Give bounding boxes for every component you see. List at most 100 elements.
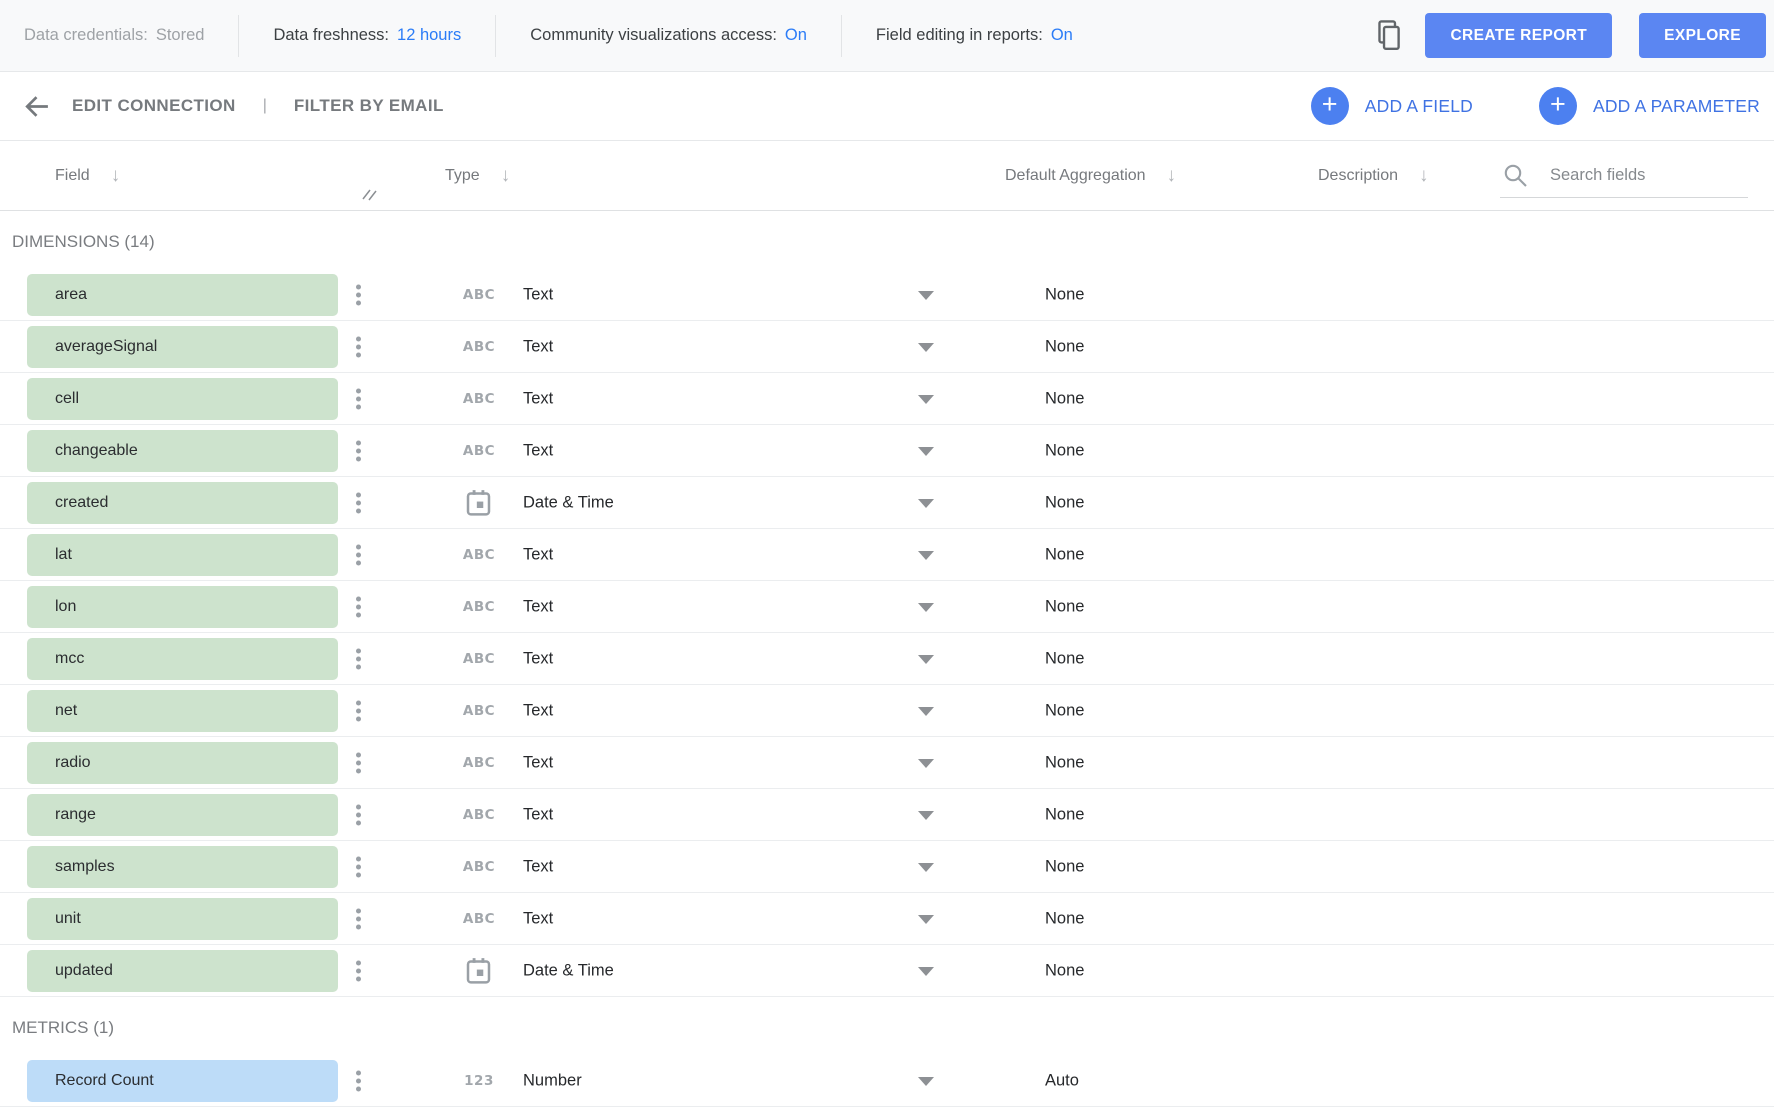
column-resize-handle[interactable] <box>362 187 377 201</box>
datasource-fields-page: Data credentials: Stored Data freshness:… <box>0 0 1774 1114</box>
filter-by-email-button[interactable]: FILTER BY EMAIL <box>294 96 444 116</box>
field-name-chip[interactable]: averageSignal <box>27 326 338 368</box>
dropdown-arrow-icon[interactable] <box>918 655 934 664</box>
aggregation-value[interactable]: None <box>1045 701 1084 720</box>
dropdown-arrow-icon[interactable] <box>918 291 934 300</box>
more-options-icon[interactable] <box>349 540 367 569</box>
more-options-icon[interactable] <box>349 696 367 725</box>
status-label: Community visualizations access: <box>530 26 777 45</box>
more-options-icon[interactable] <box>349 488 367 517</box>
field-row: updated Date & Time None <box>0 945 1774 997</box>
more-options-icon[interactable] <box>349 852 367 881</box>
aggregation-value[interactable]: None <box>1045 285 1084 304</box>
dropdown-arrow-icon[interactable] <box>918 551 934 560</box>
aggregation-value[interactable]: None <box>1045 337 1084 356</box>
field-row: mcc ABC Text None <box>0 633 1774 685</box>
aggregation-value[interactable]: None <box>1045 545 1084 564</box>
dropdown-arrow-icon[interactable] <box>918 603 934 612</box>
toolbar-separator: | <box>263 97 267 115</box>
more-options-icon[interactable] <box>349 280 367 309</box>
explore-button[interactable]: EXPLORE <box>1639 13 1766 58</box>
sort-arrow-icon[interactable]: ↓ <box>501 165 511 187</box>
field-name-chip[interactable]: range <box>27 794 338 836</box>
metrics-section-header: METRICS (1) <box>0 997 1774 1055</box>
field-name-chip[interactable]: cell <box>27 378 338 420</box>
search-fields-input[interactable] <box>1550 166 1730 185</box>
field-row: averageSignal ABC Text None <box>0 321 1774 373</box>
field-name-chip[interactable]: unit <box>27 898 338 940</box>
field-name-chip[interactable]: samples <box>27 846 338 888</box>
field-name-chip[interactable]: created <box>27 482 338 524</box>
status-value[interactable]: On <box>785 26 807 45</box>
edit-connection-button[interactable]: EDIT CONNECTION <box>72 96 236 116</box>
aggregation-value[interactable]: None <box>1045 597 1084 616</box>
field-name-chip[interactable]: updated <box>27 950 338 992</box>
more-options-icon[interactable] <box>349 592 367 621</box>
add-a-field-button[interactable]: + ADD A FIELD <box>1311 87 1473 125</box>
aggregation-value[interactable]: None <box>1045 857 1084 876</box>
metrics-section: METRICS (1) Record Count 123 Number Auto <box>0 997 1774 1107</box>
field-name-chip[interactable]: changeable <box>27 430 338 472</box>
field-name-chip[interactable]: net <box>27 690 338 732</box>
dropdown-arrow-icon[interactable] <box>918 447 934 456</box>
status-value[interactable]: 12 hours <box>397 26 461 45</box>
field-name-label: changeable <box>55 442 138 460</box>
create-report-button[interactable]: CREATE REPORT <box>1425 13 1612 58</box>
copy-datasource-button[interactable] <box>1374 18 1405 54</box>
more-options-icon[interactable] <box>349 384 367 413</box>
aggregation-value[interactable]: None <box>1045 389 1084 408</box>
field-name-chip[interactable]: area <box>27 274 338 316</box>
type-label: Text <box>523 545 553 564</box>
dropdown-arrow-icon[interactable] <box>918 707 934 716</box>
more-options-icon[interactable] <box>349 956 367 985</box>
aggregation-value[interactable]: None <box>1045 805 1084 824</box>
column-header[interactable]: Description ↓ <box>1318 165 1429 187</box>
dropdown-arrow-icon[interactable] <box>918 811 934 820</box>
type-label: Date & Time <box>523 961 614 980</box>
aggregation-value[interactable]: Auto <box>1045 1071 1079 1090</box>
column-header[interactable]: Field ↓ <box>55 165 120 187</box>
column-header[interactable]: Default Aggregation ↓ <box>1005 165 1176 187</box>
dropdown-arrow-icon[interactable] <box>918 1077 934 1086</box>
dropdown-arrow-icon[interactable] <box>918 863 934 872</box>
field-row: area ABC Text None <box>0 269 1774 321</box>
sort-arrow-icon[interactable]: ↓ <box>1167 165 1177 187</box>
field-name-chip[interactable]: lon <box>27 586 338 628</box>
dropdown-arrow-icon[interactable] <box>918 915 934 924</box>
column-header[interactable]: Type ↓ <box>445 165 510 187</box>
plus-icon: + <box>1322 91 1338 118</box>
more-options-icon[interactable] <box>349 800 367 829</box>
field-name-chip[interactable]: mcc <box>27 638 338 680</box>
aggregation-value[interactable]: None <box>1045 441 1084 460</box>
aggregation-value[interactable]: None <box>1045 961 1084 980</box>
more-options-icon[interactable] <box>349 904 367 933</box>
type-label: Text <box>523 753 553 772</box>
dropdown-arrow-icon[interactable] <box>918 343 934 352</box>
sort-arrow-icon[interactable]: ↓ <box>1419 165 1429 187</box>
aggregation-value[interactable]: None <box>1045 909 1084 928</box>
more-options-icon[interactable] <box>349 748 367 777</box>
dropdown-arrow-icon[interactable] <box>918 967 934 976</box>
status-value[interactable]: Stored <box>156 26 205 45</box>
dropdown-arrow-icon[interactable] <box>918 499 934 508</box>
more-options-icon[interactable] <box>349 1066 367 1095</box>
status-value[interactable]: On <box>1051 26 1073 45</box>
dropdown-arrow-icon[interactable] <box>918 395 934 404</box>
aggregation-value[interactable]: None <box>1045 753 1084 772</box>
aggregation-value[interactable]: None <box>1045 493 1084 512</box>
dropdown-arrow-icon[interactable] <box>918 759 934 768</box>
field-name-chip[interactable]: radio <box>27 742 338 784</box>
search-fields-box[interactable] <box>1500 154 1748 198</box>
more-options-icon[interactable] <box>349 644 367 673</box>
sort-arrow-icon[interactable]: ↓ <box>111 165 121 187</box>
more-options-icon[interactable] <box>349 436 367 465</box>
aggregation-value[interactable]: None <box>1045 649 1084 668</box>
field-name-chip[interactable]: Record Count <box>27 1060 338 1102</box>
more-options-icon[interactable] <box>349 332 367 361</box>
back-button[interactable] <box>22 92 51 121</box>
type-label: Text <box>523 649 553 668</box>
field-name-chip[interactable]: lat <box>27 534 338 576</box>
status-item: Data credentials: Stored <box>24 26 204 45</box>
field-row: unit ABC Text None <box>0 893 1774 945</box>
add-a-parameter-button[interactable]: + ADD A PARAMETER <box>1539 87 1760 125</box>
